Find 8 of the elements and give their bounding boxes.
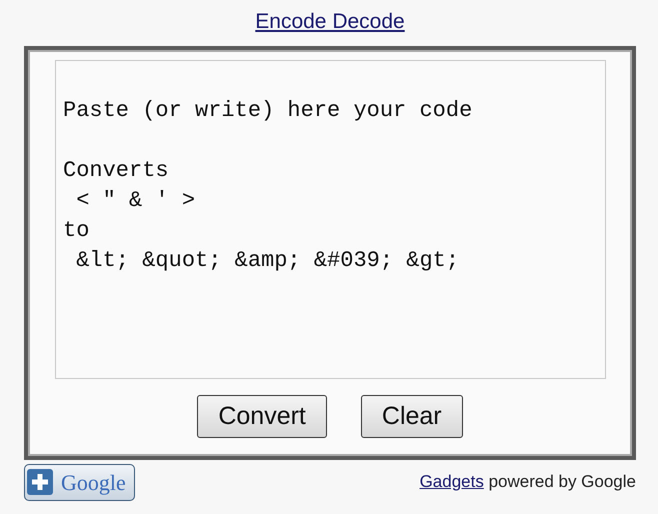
powered-by-text: Gadgets powered by Google: [420, 471, 636, 494]
gadgets-link[interactable]: Gadgets: [420, 472, 484, 492]
code-textarea[interactable]: Paste (or write) here your code Converts < " & ' > to &lt; &quot; &amp; &#039; &gt;: [55, 60, 606, 378]
convert-button[interactable]: Convert: [197, 394, 327, 438]
plus-icon: [27, 469, 53, 495]
gadget-title-link[interactable]: Encode Decode: [255, 10, 405, 33]
add-to-google-button[interactable]: Google: [24, 464, 135, 500]
clear-button[interactable]: Clear: [360, 394, 463, 438]
